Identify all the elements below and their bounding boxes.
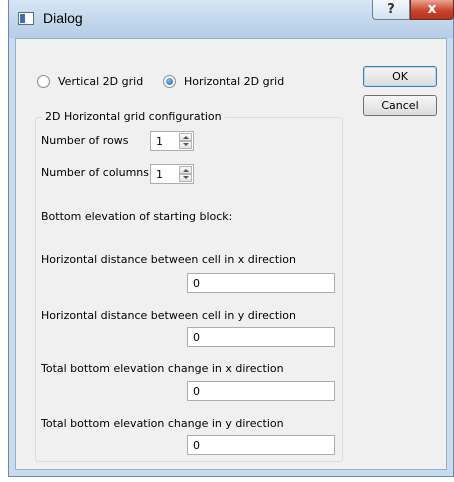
x-distance-label: Horizontal distance between cell in x di… [41,253,296,266]
spin-down-icon[interactable] [179,141,192,149]
x-distance-input[interactable]: 0 [187,273,335,293]
y-distance-label: Horizontal distance between cell in y di… [41,309,296,322]
help-button[interactable]: ? [372,0,410,20]
y-elevation-change-label: Total bottom elevation change in y direc… [41,417,284,430]
horizontal-grid-radio[interactable] [163,75,176,88]
rows-label: Number of rows [41,134,129,147]
vertical-grid-radio[interactable] [37,75,50,88]
rows-spinbox[interactable]: 1 [150,131,194,151]
dialog-window: Dialog ? x Vertical 2D grid Horizontal 2… [8,0,454,477]
vertical-grid-label[interactable]: Vertical 2D grid [58,75,143,88]
cancel-button[interactable]: Cancel [363,95,437,116]
x-elevation-change-label: Total bottom elevation change in x direc… [41,362,284,375]
spin-down-icon[interactable] [179,174,192,182]
horizontal-grid-label[interactable]: Horizontal 2D grid [184,75,284,88]
window-icon [18,12,34,25]
x-elevation-change-input[interactable]: 0 [187,381,335,401]
close-button[interactable]: x [410,0,454,20]
ok-button[interactable]: OK [363,66,437,87]
window-title: Dialog [43,10,83,26]
group-title: 2D Horizontal grid configuration [43,110,225,123]
spin-up-icon[interactable] [179,133,192,141]
y-distance-input[interactable]: 0 [187,327,335,347]
columns-value: 1 [156,168,163,181]
columns-label: Number of columns [41,166,150,179]
spin-up-icon[interactable] [179,166,192,174]
y-elevation-change-input[interactable]: 0 [187,435,335,455]
rows-value: 1 [156,135,163,148]
title-bar[interactable]: Dialog ? x [9,0,454,38]
bottom-elevation-label: Bottom elevation of starting block: [41,210,233,223]
columns-spinbox[interactable]: 1 [150,164,194,184]
